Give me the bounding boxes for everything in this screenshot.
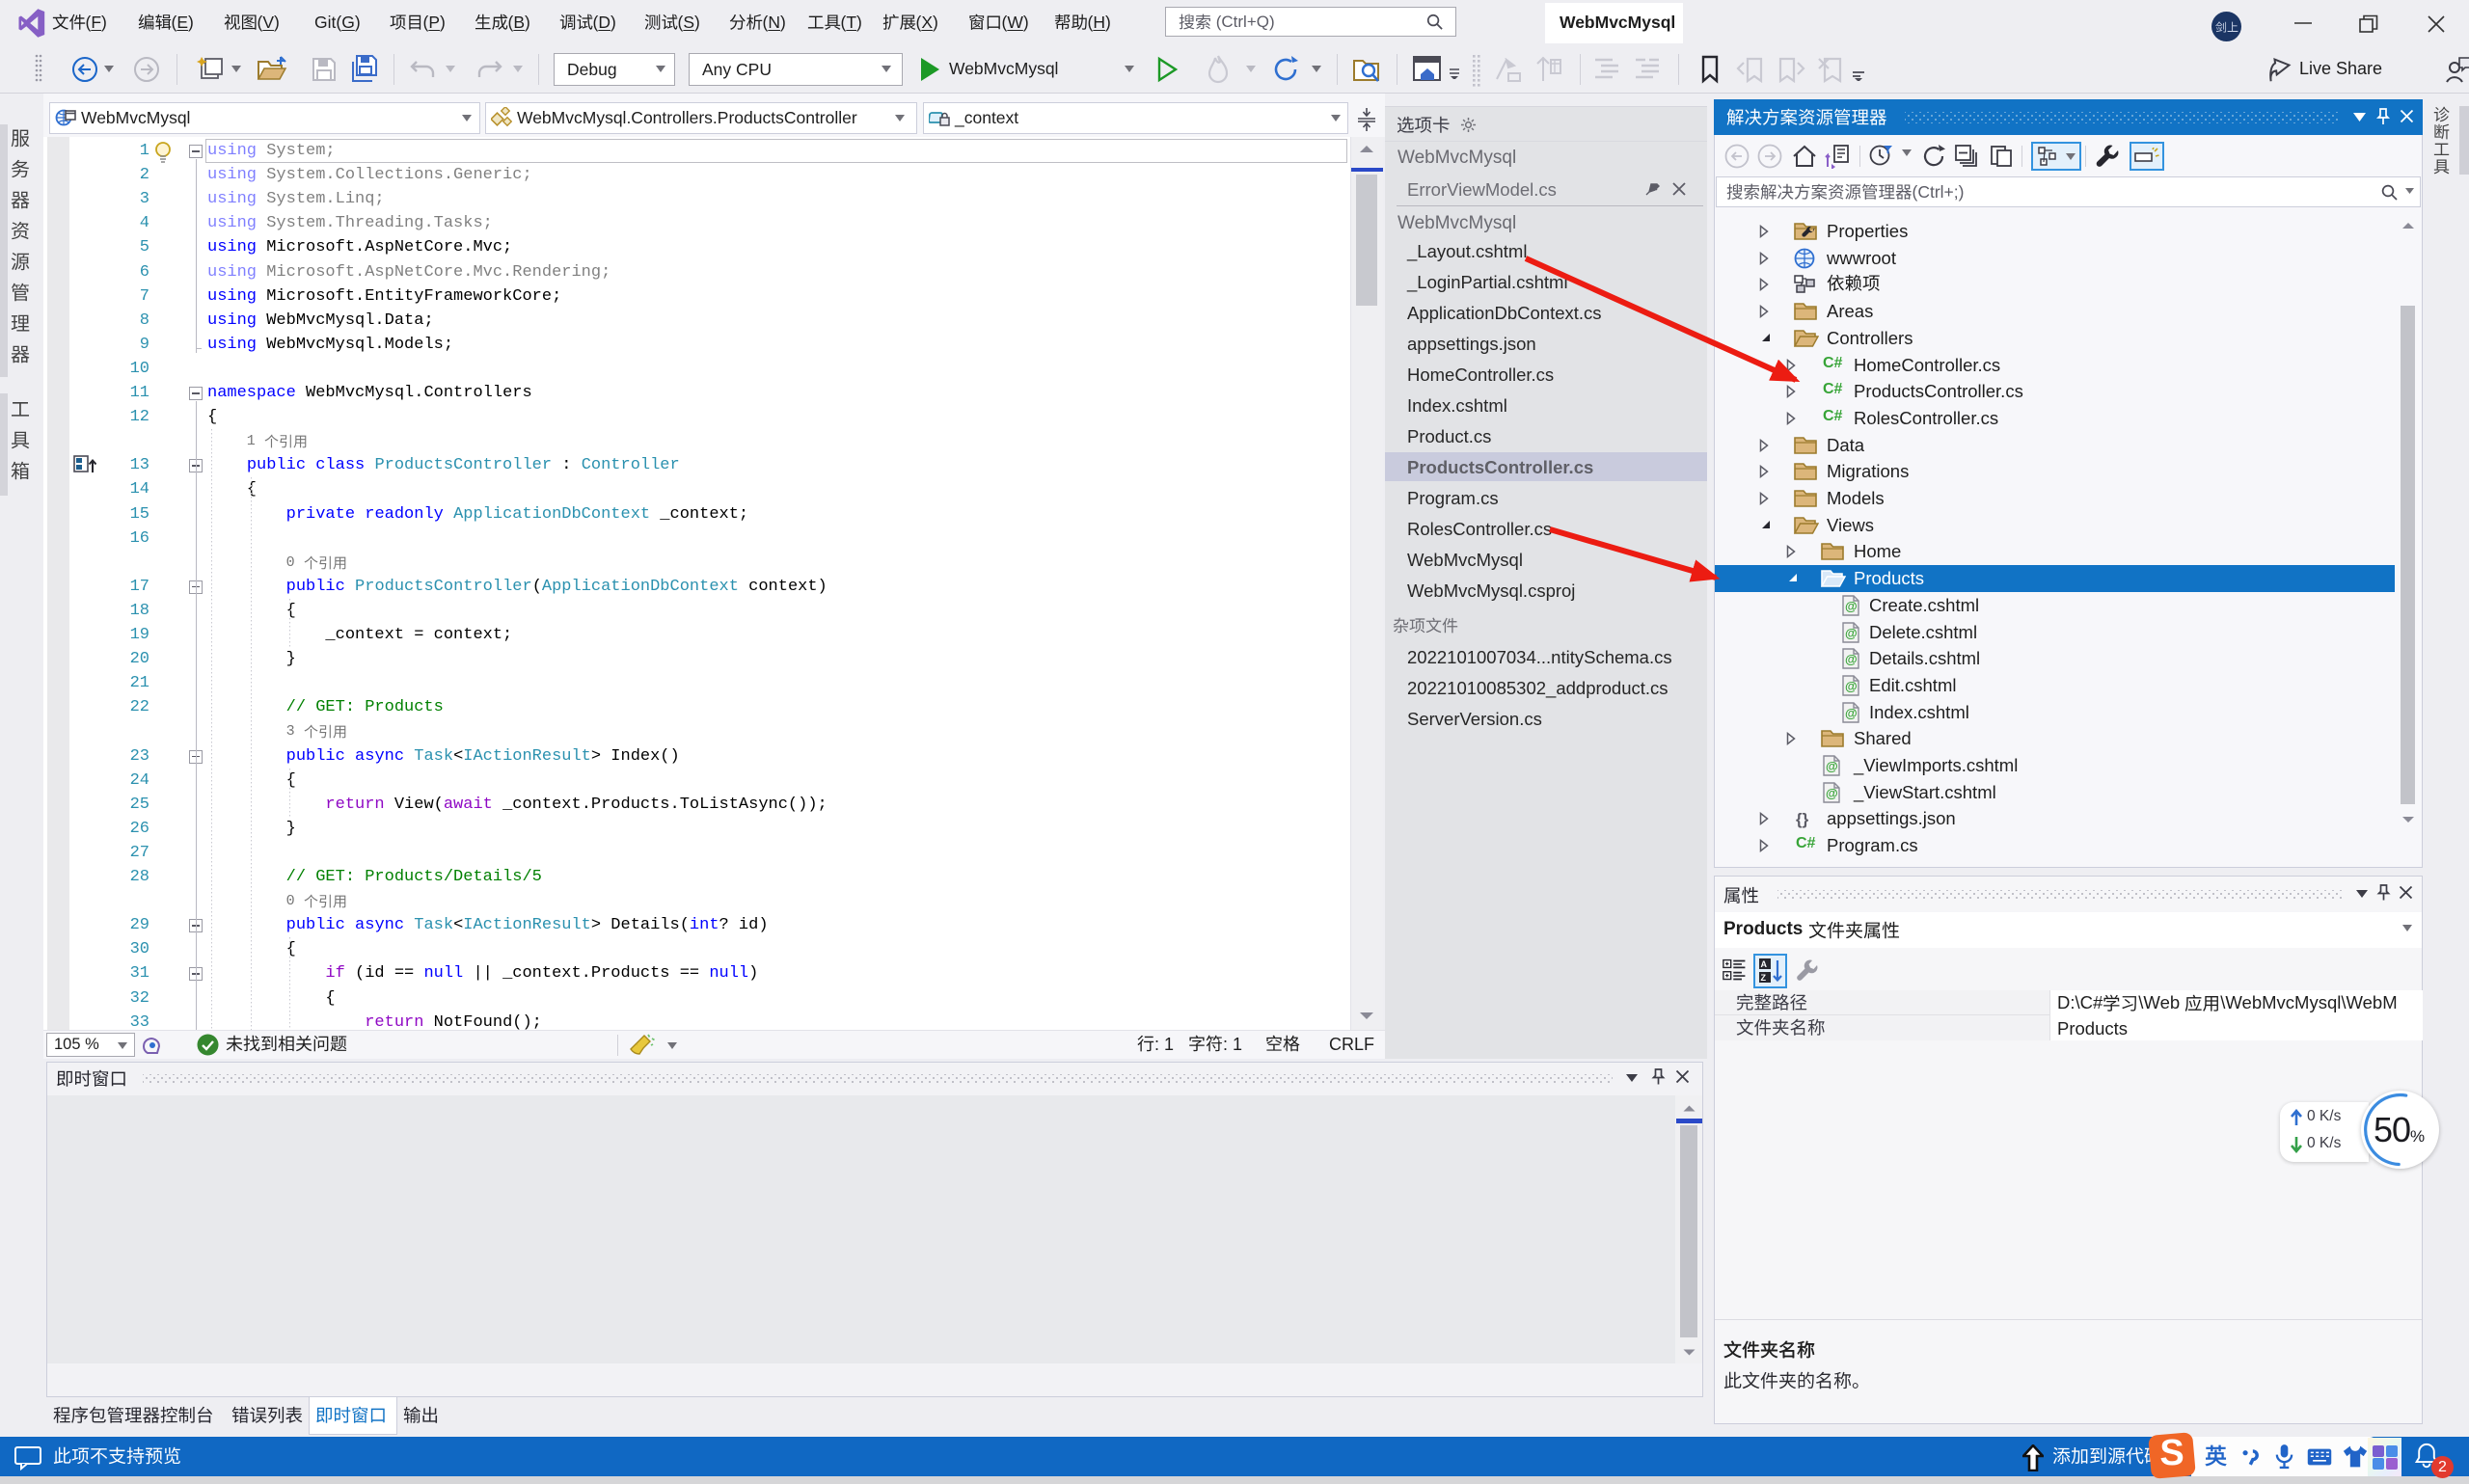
svg-text:@: @ bbox=[1845, 679, 1858, 693]
svg-text:@: @ bbox=[1845, 599, 1858, 613]
svg-text:@: @ bbox=[1826, 759, 1838, 773]
svg-text:@: @ bbox=[1845, 626, 1858, 640]
svg-text:Z: Z bbox=[1761, 973, 1767, 983]
svg-text:{}: {} bbox=[1796, 810, 1809, 828]
svg-text:@: @ bbox=[1845, 706, 1858, 720]
svg-text:A: A bbox=[1761, 959, 1768, 969]
svg-text:@: @ bbox=[1826, 786, 1838, 800]
svg-text:@: @ bbox=[1845, 652, 1858, 666]
